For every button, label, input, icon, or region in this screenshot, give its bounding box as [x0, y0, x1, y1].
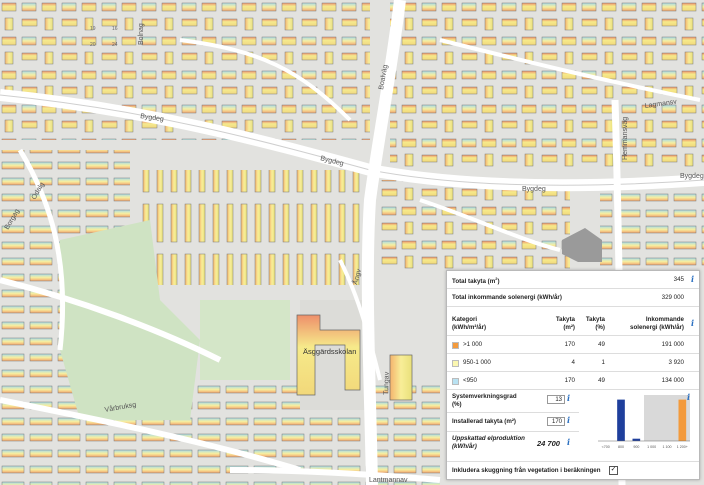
street-label-bygdeg-east: Bygdeg [522, 186, 546, 193]
building-number: 20 [90, 42, 96, 48]
street-label-bygdeg-far-east: Bygdeg [680, 173, 704, 180]
category-pct: 49 [598, 341, 605, 348]
production-row: Uppskattad elproduktion (kWh/år) 24 700 i [447, 432, 579, 454]
efficiency-label: Systemverkningsgrad (%) [452, 393, 517, 408]
histogram-tick-label: 900 [633, 445, 639, 449]
header-category: Kategori (kWh/m²/år) [452, 316, 487, 331]
info-icon[interactable]: i [567, 415, 570, 425]
header-pct: Takyta (%) [585, 316, 605, 331]
building-number: 24 [112, 42, 118, 48]
school-label: Äsggärdsskolan [303, 347, 356, 356]
installed-row: Installerad takyta (m²) 170 i [447, 413, 579, 432]
info-icon[interactable]: i [691, 274, 694, 284]
histogram-bar [632, 438, 641, 441]
total-energy-label: Total inkommande solenergi (kWh/år) [452, 294, 562, 301]
total-roof-label: Total takyta (m2) [452, 276, 500, 286]
street-label-hemmansv: Hemmansväg [622, 117, 629, 160]
category-swatch [452, 342, 459, 349]
table-row: >1 000 170 49 191 000 [447, 336, 699, 354]
histogram-tick-label: 1 000 [647, 445, 656, 449]
total-roof-row: Total takyta (m2) 345 i [447, 271, 699, 289]
street-label-lantmannav: Lantmannav [369, 477, 408, 484]
category-label: 950-1 000 [463, 359, 491, 366]
category-energy: 134 000 [661, 377, 684, 384]
street-label-bolnag: Bolnag [138, 23, 145, 45]
table-row: <950 170 49 134 000 [447, 372, 699, 390]
info-icon[interactable]: i [687, 392, 690, 402]
total-roof-value: 345 [673, 276, 684, 283]
info-icon[interactable]: i [567, 393, 570, 403]
category-swatch [452, 360, 459, 367]
histogram-tick-label: 1 100 [663, 445, 672, 449]
building-number: 19 [90, 26, 96, 32]
histogram-bar [617, 399, 625, 441]
histogram-tick-label: 800 [618, 445, 624, 449]
vegetation-checkbox[interactable]: ✓ [609, 466, 618, 475]
category-pct: 49 [598, 377, 605, 384]
total-energy-row: Total inkommande solenergi (kWh/år) 329 … [447, 289, 699, 307]
total-energy-value: 329 000 [661, 294, 684, 301]
header-area: Takyta (m²) [555, 316, 575, 331]
solar-histogram: <700 800 900 1 000 1 100 1 200+ [590, 391, 694, 455]
histogram-tick-label: <700 [602, 445, 610, 449]
category-pct: 1 [601, 359, 605, 366]
production-value: 24 700 [537, 439, 560, 448]
histogram-tick-label: 1 200+ [677, 445, 688, 449]
category-area: 4 [571, 359, 575, 366]
table-row: 950-1 000 4 1 3 920 [447, 354, 699, 372]
installed-label: Installerad takyta (m²) [452, 418, 516, 425]
category-swatch [452, 378, 459, 385]
vegetation-label: Inkludera skuggning från vegetation i be… [452, 467, 601, 474]
vegetation-row: Inkludera skuggning från vegetation i be… [447, 461, 699, 480]
category-table-header: Kategori (kWh/m²/år) Takyta (m²) Takyta (%)… [447, 313, 699, 336]
category-energy: 3 920 [668, 359, 684, 366]
category-area: 170 [564, 377, 575, 384]
street-label-tunga: Tungav [383, 371, 391, 395]
category-area: 170 [564, 341, 575, 348]
info-icon[interactable]: i [567, 437, 570, 447]
info-icon[interactable]: i [691, 318, 694, 328]
histogram-bar [678, 399, 687, 441]
production-label: Uppskattad elproduktion (kWh/år) [452, 435, 525, 450]
building-number: 16 [112, 26, 118, 32]
category-label: <950 [463, 377, 477, 384]
efficiency-row: Systemverkningsgrad (%) 13 i [447, 390, 579, 413]
solar-info-panel: Total takyta (m2) 345 i Total inkommande… [446, 270, 700, 480]
category-label: >1 000 [463, 341, 483, 348]
category-energy: 191 000 [661, 341, 684, 348]
installed-input[interactable]: 170 [547, 417, 565, 426]
header-incoming: Inkommande solenergi (kWh/år) [630, 316, 684, 331]
efficiency-input[interactable]: 13 [547, 395, 565, 404]
